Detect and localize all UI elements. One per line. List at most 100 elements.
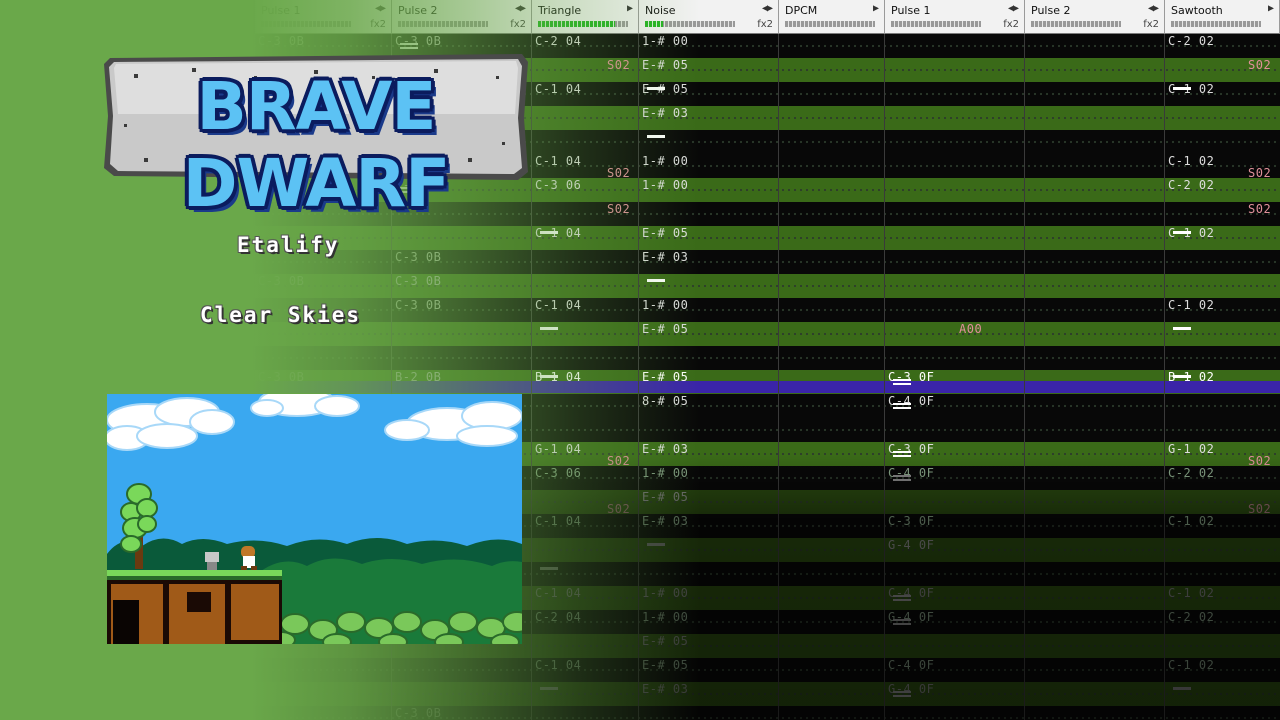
note-cell[interactable]: C-2 02 xyxy=(1168,179,1214,191)
note-cell[interactable]: E-# 05 xyxy=(642,323,688,335)
channel-arrows-icon[interactable]: ▶ xyxy=(873,3,879,14)
note-cell[interactable]: C-3 06 xyxy=(535,179,581,191)
channel-header[interactable]: Pulse 2 ◀▶ fx2 xyxy=(1025,0,1165,34)
note-cell[interactable]: C-1 04 xyxy=(535,515,581,527)
effect-cell[interactable]: S02 xyxy=(607,203,630,215)
effect-cell[interactable]: S02 xyxy=(607,167,630,179)
note-cell[interactable]: C-3 0B xyxy=(395,299,441,311)
note-cell[interactable]: 1-# 00 xyxy=(642,155,688,167)
channel-arrows-icon[interactable]: ◀▶ xyxy=(1148,3,1159,14)
row-dots xyxy=(0,682,1280,706)
note-cut-marker xyxy=(400,43,418,45)
note-cell[interactable]: 1-# 00 xyxy=(642,587,688,599)
note-cell[interactable]: E-# 05 xyxy=(642,371,688,383)
channel-arrows-icon[interactable]: ◀▶ xyxy=(375,3,386,14)
note-cell[interactable]: E-# 03 xyxy=(642,515,688,527)
channel-arrows-icon[interactable]: ◀▶ xyxy=(762,3,773,14)
row-dots xyxy=(0,706,1280,720)
note-cell[interactable]: C-3 0B xyxy=(395,707,441,719)
note-cell[interactable]: C-3 0B xyxy=(258,275,304,287)
note-cell[interactable]: C-4 0F xyxy=(888,587,934,599)
channel-separator xyxy=(778,34,779,720)
effect-cell[interactable]: A00 xyxy=(959,323,982,335)
channel-arrows-icon[interactable]: ◀▶ xyxy=(515,3,526,14)
note-cell[interactable]: C-2 04 xyxy=(535,35,581,47)
channel-header[interactable]: DPCM ▶ xyxy=(779,0,885,34)
note-cell[interactable]: C-1 04 xyxy=(535,299,581,311)
note-cell[interactable]: 8-# 05 xyxy=(642,395,688,407)
channel-header[interactable]: Triangle ▶ xyxy=(532,0,639,34)
note-cell[interactable]: C-3 0F xyxy=(888,371,934,383)
channel-header[interactable]: Noise ◀▶ fx2 xyxy=(639,0,779,34)
note-cell[interactable]: G-4 0F xyxy=(888,539,934,551)
channel-arrows-icon[interactable]: ◀▶ xyxy=(1008,3,1019,14)
note-cell[interactable]: E-# 03 xyxy=(642,251,688,263)
note-cell[interactable]: C-3 0B xyxy=(258,371,304,383)
volume-meter xyxy=(398,21,488,27)
note-cell[interactable]: E-# 05 xyxy=(642,59,688,71)
note-cell[interactable]: C-3 0B xyxy=(395,35,441,47)
channel-header[interactable]: Pulse 1 ◀▶ fx2 xyxy=(255,0,392,34)
note-cell[interactable]: G-4 0F xyxy=(888,611,934,623)
note-release-marker xyxy=(1173,687,1191,690)
note-cell[interactable]: 1-# 00 xyxy=(642,35,688,47)
effect-cell[interactable]: S02 xyxy=(607,455,630,467)
note-cell[interactable]: E-# 03 xyxy=(642,107,688,119)
effect-cell[interactable]: S02 xyxy=(1248,203,1271,215)
note-cell[interactable]: C-1 04 xyxy=(535,587,581,599)
note-cell[interactable]: C-2 02 xyxy=(1168,611,1214,623)
note-cell[interactable]: C-1 02 xyxy=(1168,515,1214,527)
note-cell[interactable]: C-1 04 xyxy=(535,659,581,671)
note-cell[interactable]: E-# 03 xyxy=(642,443,688,455)
channel-header[interactable]: Pulse 1 ◀▶ fx2 xyxy=(885,0,1025,34)
row-dots xyxy=(0,274,1280,298)
note-release-marker xyxy=(647,87,665,90)
note-cell[interactable]: C-1 02 xyxy=(1168,587,1214,599)
effect-cell[interactable]: S02 xyxy=(607,503,630,515)
note-cell[interactable]: E-# 05 xyxy=(642,635,688,647)
channel-header[interactable]: Sawtooth ▶ xyxy=(1165,0,1280,34)
note-cell[interactable]: C-1 02 xyxy=(1168,299,1214,311)
effect-cell[interactable]: S02 xyxy=(1248,503,1271,515)
note-cell[interactable]: C-4 0F xyxy=(888,467,934,479)
note-cell[interactable]: C-3 0B xyxy=(258,35,304,47)
note-cell[interactable]: C-3 06 xyxy=(535,467,581,479)
fx-column-label: fx2 xyxy=(370,19,386,30)
note-cell[interactable]: C-4 0F xyxy=(888,659,934,671)
note-cell[interactable]: G-1 02 xyxy=(1168,443,1214,455)
note-cell[interactable]: C-2 02 xyxy=(1168,35,1214,47)
note-cell[interactable]: C-3 0F xyxy=(888,443,934,455)
channel-arrows-icon[interactable]: ▶ xyxy=(1268,3,1274,14)
effect-cell[interactable]: S02 xyxy=(607,59,630,71)
note-cell[interactable]: 1-# 00 xyxy=(642,467,688,479)
volume-meter xyxy=(261,21,351,27)
note-cell[interactable]: E-# 03 xyxy=(642,683,688,695)
note-cell[interactable]: C-3 0B xyxy=(395,275,441,287)
note-cell[interactable]: C-1 02 xyxy=(1168,155,1214,167)
effect-cell[interactable]: S02 xyxy=(1248,59,1271,71)
effect-cell[interactable]: S02 xyxy=(1248,167,1271,179)
note-cell[interactable]: B-2 0B xyxy=(395,371,441,383)
channel-separator xyxy=(884,34,885,720)
note-cell[interactable]: G-4 0F xyxy=(888,683,934,695)
note-cell[interactable]: 1-# 00 xyxy=(642,299,688,311)
note-cell[interactable]: 1-# 00 xyxy=(642,611,688,623)
note-cell[interactable]: 1-# 00 xyxy=(642,179,688,191)
channel-name: Pulse 1 xyxy=(891,4,931,17)
note-cell[interactable]: C-3 0B xyxy=(395,251,441,263)
note-cell[interactable]: C-1 04 xyxy=(535,155,581,167)
note-cell[interactable]: C-1 02 xyxy=(1168,659,1214,671)
note-cell[interactable]: C-4 0F xyxy=(888,395,934,407)
channel-header[interactable]: Pulse 2 ◀▶ fx2 xyxy=(392,0,532,34)
song-title: Clear Skies xyxy=(200,303,362,327)
note-cell[interactable]: C-2 04 xyxy=(535,611,581,623)
note-cell[interactable]: E-# 05 xyxy=(642,227,688,239)
channel-arrows-icon[interactable]: ▶ xyxy=(627,3,633,14)
effect-cell[interactable]: S02 xyxy=(1248,455,1271,467)
note-cell[interactable]: C-3 0F xyxy=(888,515,934,527)
note-cell[interactable]: C-1 04 xyxy=(535,83,581,95)
note-cell[interactable]: E-# 05 xyxy=(642,491,688,503)
note-cell[interactable]: E-# 05 xyxy=(642,659,688,671)
note-cell[interactable]: C-2 02 xyxy=(1168,467,1214,479)
note-cell[interactable]: G-1 04 xyxy=(535,443,581,455)
